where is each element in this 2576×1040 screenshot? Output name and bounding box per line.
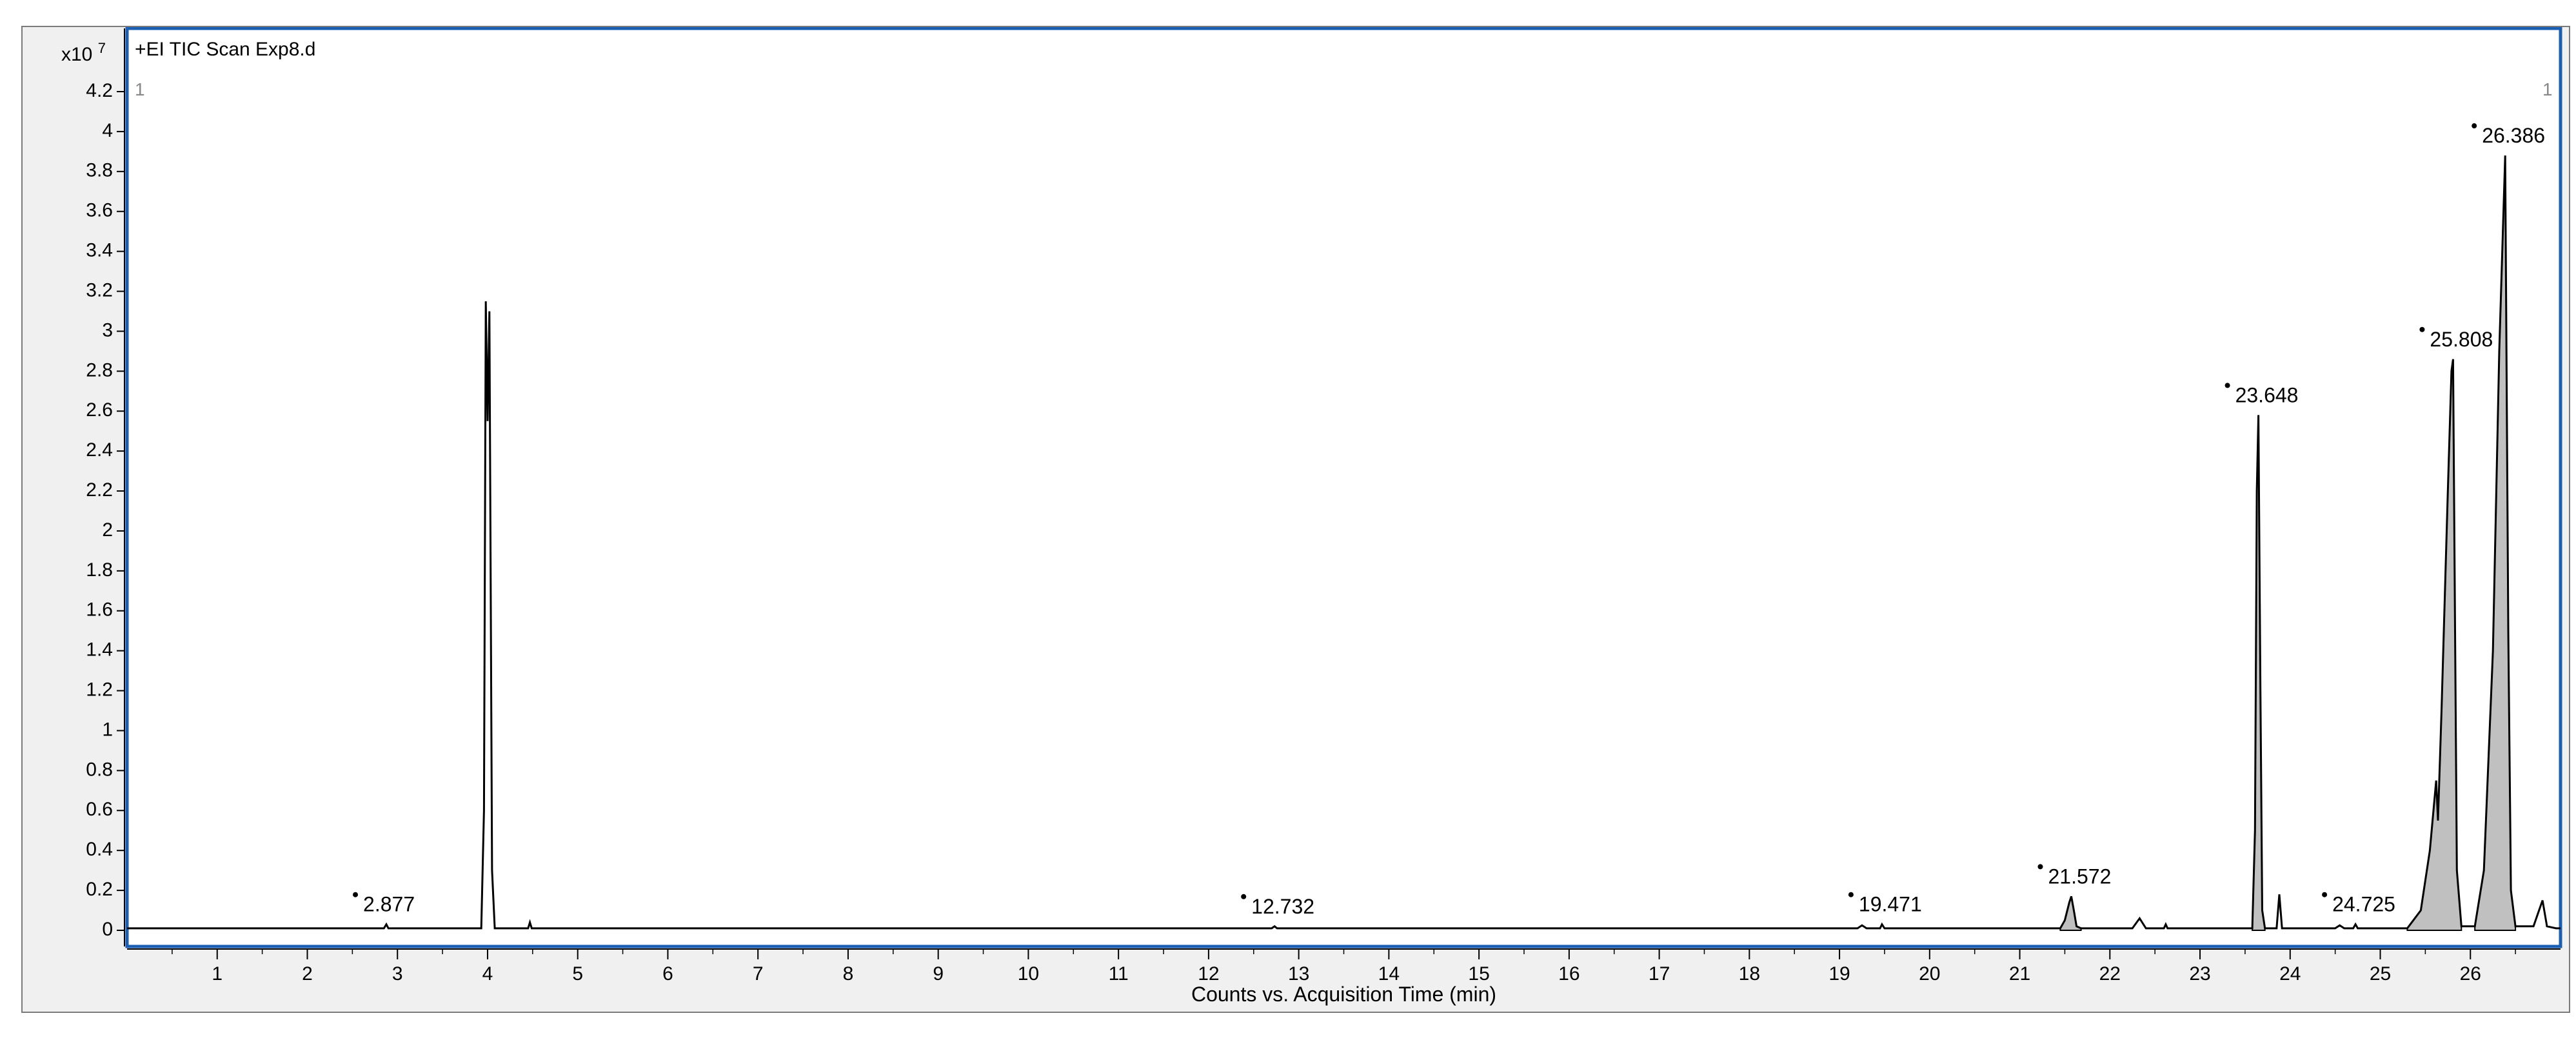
- x-tick-label: 21: [2009, 963, 2030, 985]
- y-tick-label: 0.2: [86, 879, 113, 900]
- peak-annotation: 12.732: [1241, 894, 1314, 918]
- y-tick-label: 1: [102, 719, 113, 740]
- peak-annotation: 26.386: [2472, 123, 2545, 147]
- peak-label: 12.732: [1251, 895, 1314, 918]
- x-tick-label: 18: [1739, 963, 1760, 985]
- y-scale-exponent: 7: [98, 40, 106, 56]
- x-tick-label: 20: [1919, 963, 1940, 985]
- y-axis: 0 0.2 0.4 0.6 0.8 1 1.2 1.4 1.6 1.8 2 2.2 2.4 2.6 2.8 3…: [86, 28, 125, 946]
- peak-label: 24.725: [2332, 893, 2395, 916]
- peak-annotation: 24.725: [2322, 892, 2395, 916]
- x-tick-label: 8: [843, 963, 854, 985]
- x-tick-label: 2: [302, 963, 313, 985]
- x-tick-label: 17: [1649, 963, 1670, 985]
- y-tick-label: 1.6: [86, 599, 113, 621]
- y-tick-label: 2.6: [86, 399, 113, 421]
- x-tick-label: 12: [1198, 963, 1219, 985]
- x-tick-label: 16: [1558, 963, 1580, 985]
- x-tick-label: 10: [1018, 963, 1039, 985]
- y-tick-label: 2: [102, 519, 113, 541]
- x-tick-label: 15: [1468, 963, 1489, 985]
- x-tick-label: 6: [662, 963, 673, 985]
- y-tick-label: 1.4: [86, 639, 113, 661]
- corner-marker-right: 1: [2542, 79, 2553, 99]
- y-tick-label: 3.8: [86, 160, 113, 181]
- peak-marker-dot: [1241, 894, 1247, 899]
- peak-marker-dot: [353, 892, 359, 897]
- peak-annotation: 23.648: [2224, 383, 2299, 406]
- x-tick-label: 26: [2460, 963, 2481, 985]
- x-tick-label: 22: [2099, 963, 2121, 985]
- peak-marker-dot: [2419, 326, 2425, 332]
- x-tick-label: 24: [2279, 963, 2301, 985]
- y-tick-label: 2.4: [86, 439, 113, 461]
- y-tick-label: 2.8: [86, 359, 113, 381]
- y-tick-label: 3: [102, 319, 113, 341]
- y-tick-label: 1.2: [86, 679, 113, 700]
- peak-annotation: 19.471: [1848, 892, 1922, 916]
- peak-marker-dot: [2472, 123, 2477, 129]
- x-tick-label: 23: [2189, 963, 2210, 985]
- peak-marker-dot: [2037, 864, 2043, 870]
- x-tick-label: 7: [753, 963, 764, 985]
- y-tick-label: 3.6: [86, 200, 113, 221]
- y-scale-multiplier: x10 7: [61, 40, 106, 65]
- peak-marker-dot: [2224, 383, 2230, 388]
- y-tick-label: 3.2: [86, 279, 113, 301]
- y-tick-label: 0.4: [86, 839, 113, 860]
- x-tick-label: 3: [392, 963, 403, 985]
- y-tick-label: 0.6: [86, 799, 113, 820]
- y-tick-label: 1.8: [86, 559, 113, 581]
- x-tick-label: 25: [2370, 963, 2391, 985]
- y-tick-label: 0: [102, 919, 113, 940]
- x-tick-label: 5: [572, 963, 583, 985]
- y-tick-label: 3.4: [86, 240, 113, 261]
- x-tick-label: 14: [1378, 963, 1400, 985]
- peak-annotation: 25.808: [2419, 326, 2493, 351]
- peak-annotation: 21.572: [2037, 864, 2111, 888]
- peak-label: 23.648: [2235, 383, 2299, 406]
- chart-title: +EI TIC Scan Exp8.d: [135, 39, 315, 60]
- x-tick-label: 1: [212, 963, 223, 985]
- y-tick-label: 2.2: [86, 479, 113, 501]
- peak-label: 19.471: [1859, 893, 1922, 916]
- x-axis-label: Counts vs. Acquisition Time (min): [1191, 983, 1496, 1006]
- x-tick-label: 4: [482, 963, 493, 985]
- y-tick-label: 0.8: [86, 759, 113, 780]
- x-tick-label: 9: [933, 963, 944, 985]
- chart-frame: 0 0.2 0.4 0.6 0.8 1 1.2 1.4 1.6 1.8 2 2.2 2.4 2.6 2.8 3…: [21, 26, 2570, 1013]
- x-tick-label: 13: [1288, 963, 1309, 985]
- y-scale-base: x10: [61, 44, 92, 65]
- y-tick-label: 4.2: [86, 80, 113, 101]
- peak-label: 21.572: [2048, 865, 2111, 888]
- peak-label: 25.808: [2430, 328, 2493, 351]
- y-tick-label: 4: [102, 120, 113, 141]
- corner-marker-left: 1: [135, 79, 145, 99]
- x-tick-label: 19: [1828, 963, 1850, 985]
- peak-label: 2.877: [363, 893, 415, 916]
- peak-marker-dot: [1848, 892, 1854, 897]
- chromatogram-chart[interactable]: 0 0.2 0.4 0.6 0.8 1 1.2 1.4 1.6 1.8 2 2.2 2.4 2.6 2.8 3…: [23, 27, 2571, 1014]
- peak-marker-dot: [2322, 892, 2328, 897]
- x-tick-label: 11: [1109, 963, 1129, 985]
- peak-label: 26.386: [2482, 124, 2545, 147]
